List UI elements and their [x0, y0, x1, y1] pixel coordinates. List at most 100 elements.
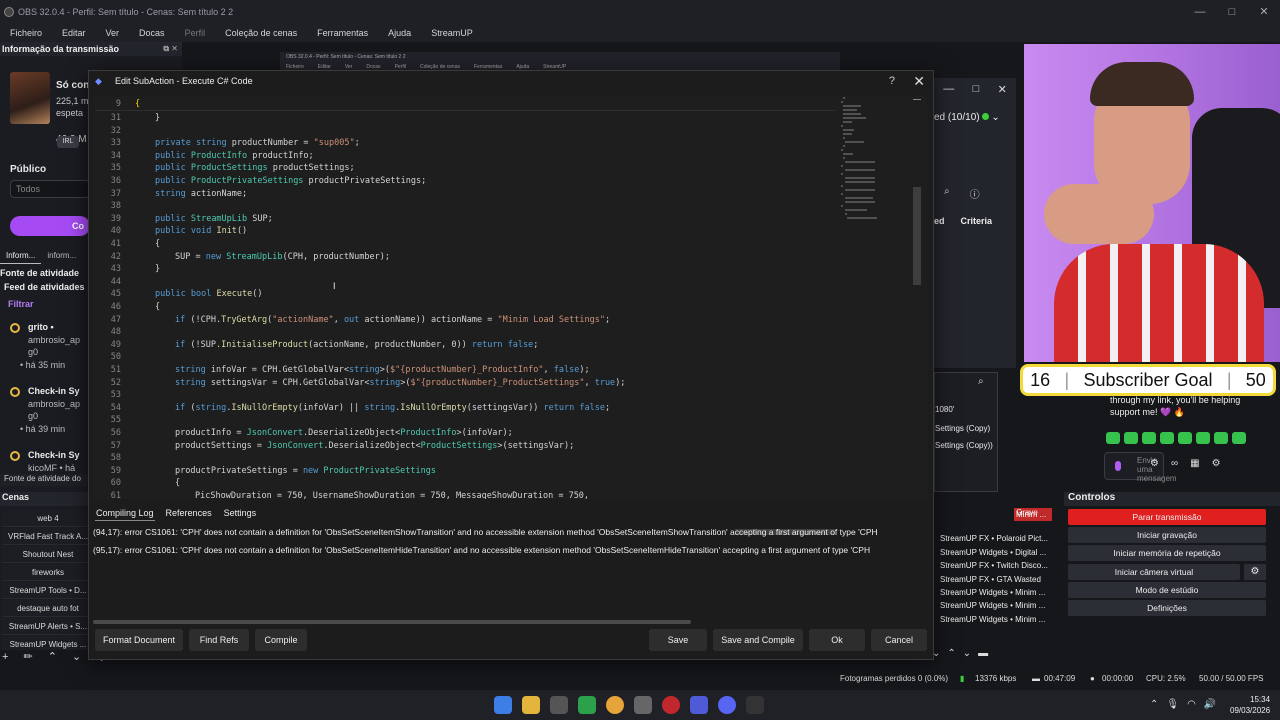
scene-item[interactable]: VRFlad Fast Track A... [2, 528, 94, 545]
source-item[interactable]: StreamUP Widgets • Minim ... [940, 615, 1050, 628]
connect-button[interactable]: Co [10, 216, 90, 236]
scrollbar-thumb[interactable] [913, 187, 921, 285]
discord-icon[interactable] [718, 696, 736, 714]
scene-item[interactable]: StreamUP Tools • D... [2, 582, 94, 599]
xbox-icon[interactable] [578, 696, 596, 714]
start-recording-button[interactable]: Iniciar gravação [1068, 527, 1266, 543]
menu-ver[interactable]: Ver [96, 28, 130, 38]
tab-references[interactable]: References [165, 507, 213, 521]
source-item[interactable]: StreamUP Widgets • Minim ... [940, 588, 1050, 601]
emote-icon[interactable] [1160, 432, 1174, 444]
studio-mode-button[interactable]: Modo de estúdio [1068, 582, 1266, 598]
file-explorer-icon[interactable] [522, 696, 540, 714]
emote-icon[interactable] [1142, 432, 1156, 444]
terminal-icon[interactable] [746, 696, 764, 714]
tab-info-1[interactable]: Inform... [0, 248, 42, 264]
link-icon[interactable]: ∞ [1171, 458, 1178, 469]
panel-row[interactable]: Settings (Copy)) [935, 439, 997, 452]
minimize-button[interactable]: — [1184, 0, 1216, 24]
tab-settings[interactable]: Settings [223, 507, 258, 521]
scene-item[interactable]: fireworks [2, 564, 94, 581]
mic-icon[interactable]: 🎙 [1166, 699, 1179, 710]
menu-docas[interactable]: Docas [129, 28, 175, 38]
opera-icon[interactable] [662, 696, 680, 714]
info-icon[interactable]: ⓘ [970, 186, 980, 201]
virtual-camera-button[interactable]: Iniciar câmera virtual [1068, 564, 1240, 580]
volume-icon[interactable]: 🔊 [1204, 699, 1216, 710]
tab-compiling-log[interactable]: Compiling Log [95, 507, 155, 521]
source-toolbar[interactable]: ⌄⌃⌄▬ [932, 648, 995, 659]
scene-item[interactable]: StreamUP Widgets ... [2, 636, 94, 650]
store-icon[interactable]: ▦ [1190, 458, 1199, 469]
settings-icon[interactable]: ⚙ [1150, 458, 1159, 469]
ok-button[interactable]: Ok [809, 629, 865, 651]
dropped-frames: Fotogramas perdidos 0 (0.0%) [840, 674, 949, 683]
tab-info-2[interactable]: inform... [41, 248, 82, 264]
maximize-icon[interactable]: □ [973, 83, 980, 95]
close-icon[interactable]: ✕ [998, 83, 1007, 96]
emote-icon[interactable] [1124, 432, 1138, 444]
emote-icon[interactable] [1214, 432, 1228, 444]
source-item[interactable]: StreamUP Widgets • Digital ... [940, 548, 1050, 561]
search-icon[interactable]: ⌕ [978, 376, 984, 387]
chrome-icon[interactable] [606, 696, 624, 714]
gear-icon[interactable]: ⚙ [1244, 564, 1266, 580]
compile-button[interactable]: Compile [255, 629, 307, 651]
log-horizontal-scrollbar[interactable] [93, 620, 691, 624]
filter-button[interactable]: Filtrar [8, 299, 34, 309]
clock[interactable]: 15:34 09/03/2026 [1230, 694, 1270, 716]
publico-select[interactable]: Todos [10, 180, 90, 198]
chevron-down-icon[interactable]: ⌄ [991, 112, 999, 123]
close-button[interactable]: ✕ [1248, 0, 1280, 24]
dock-header-buttons[interactable]: ⧉ ✕ [163, 44, 182, 54]
dialog-close-button[interactable]: ✕ [913, 73, 925, 90]
source-item[interactable]: Grave [940, 508, 1050, 521]
maximize-button[interactable]: □ [1216, 0, 1248, 24]
scene-item[interactable]: Shoutout Nest [2, 546, 94, 563]
menu-perfil[interactable]: Perfil [175, 28, 216, 38]
emote-icon[interactable] [1106, 432, 1120, 444]
streamerbot-icon[interactable] [690, 696, 708, 714]
format-document-button[interactable]: Format Document [95, 629, 183, 651]
panel-row[interactable]: Settings (Copy) [935, 422, 997, 435]
minimize-icon[interactable]: — [943, 83, 954, 95]
level-text: ed (10/10) [934, 112, 980, 123]
source-item[interactable]: StreamUP Widgets • Minim ... [940, 601, 1050, 614]
save-and-compile-button[interactable]: Save and Compile [713, 629, 803, 651]
wifi-icon[interactable]: ◠ [1187, 699, 1196, 710]
chevron-up-icon[interactable]: ⌃ [1150, 699, 1158, 710]
save-button[interactable]: Save [649, 629, 707, 651]
code-editor[interactable]: 9 { 31} 32 33 private string productNumber … [95, 95, 927, 499]
stop-stream-button[interactable]: Parar transmissão [1068, 509, 1266, 525]
menu-streamup[interactable]: StreamUP [421, 28, 483, 38]
menu-ferramentas[interactable]: Ferramentas [307, 28, 378, 38]
gear-icon[interactable]: ⚙ [1212, 458, 1221, 469]
menu-editar[interactable]: Editar [52, 28, 96, 38]
emote-icon[interactable] [1196, 432, 1210, 444]
code-minimap[interactable] [841, 97, 877, 227]
source-item[interactable]: StreamUP FX • Polaroid Pict... [940, 534, 1050, 547]
menu-ficheiro[interactable]: Ficheiro [0, 28, 52, 38]
emote-icon[interactable] [1232, 432, 1246, 444]
store-icon[interactable] [550, 696, 568, 714]
replay-buffer-button[interactable]: Iniciar memória de repetição [1068, 545, 1266, 561]
source-item[interactable]: StreamUP FX • GTA Wasted [940, 575, 1050, 588]
menu-colecao-cenas[interactable]: Coleção de cenas [215, 28, 307, 38]
source-item[interactable]: StreamUP FX • Twitch Disco... [940, 561, 1050, 574]
vertical-scrollbar[interactable] [913, 95, 921, 499]
scene-item[interactable]: destaque auto fot [2, 600, 94, 617]
cancel-button[interactable]: Cancel [871, 629, 927, 651]
search-icon[interactable]: ⌕ [944, 186, 950, 201]
find-refs-button[interactable]: Find Refs [189, 629, 249, 651]
windows-start-icon[interactable] [494, 696, 512, 714]
scene-item[interactable]: web 4 [2, 510, 94, 527]
app-icon[interactable] [634, 696, 652, 714]
help-button[interactable]: ? [889, 75, 895, 87]
scene-item[interactable]: StreamUP Alerts • S... [2, 618, 94, 635]
minimap-line [845, 177, 875, 179]
emote-icon[interactable] [1178, 432, 1192, 444]
menu-ajuda[interactable]: Ajuda [378, 28, 421, 38]
mic-icon[interactable] [1115, 461, 1121, 471]
panel-row[interactable]: 1080' [935, 403, 997, 416]
settings-button[interactable]: Definições [1068, 600, 1266, 616]
